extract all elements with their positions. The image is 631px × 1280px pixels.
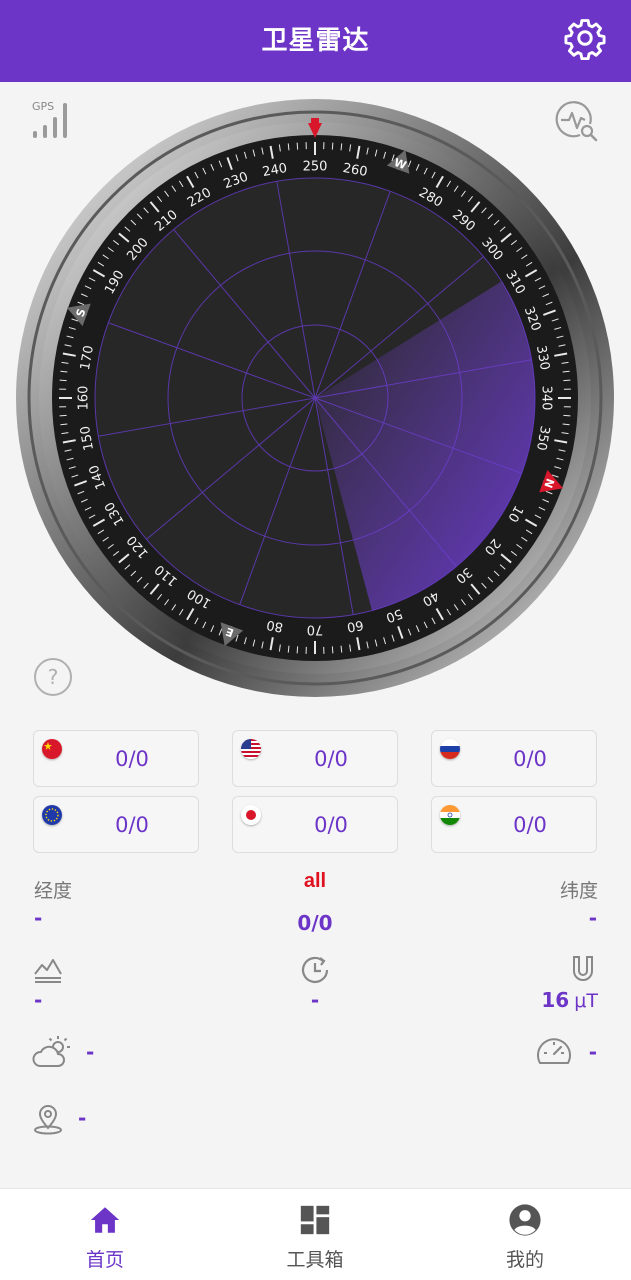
- nav-label-mine: 我的: [505, 1249, 544, 1271]
- dashboard-icon: [300, 1205, 330, 1235]
- nav-label-home: 首页: [85, 1249, 124, 1271]
- usa-flag-icon: [241, 739, 261, 759]
- altitude-value: -: [34, 988, 43, 1012]
- speedometer-icon: [537, 1038, 571, 1064]
- satellite-card-china: 0/0: [33, 730, 199, 787]
- nav-label-toolbox: 工具箱: [286, 1249, 344, 1271]
- satellite-count: 0/0: [513, 813, 547, 837]
- compass-degree-label: 250: [303, 160, 328, 175]
- nav-item-home[interactable]: 首页: [40, 1189, 170, 1280]
- nav-item-mine[interactable]: 我的: [460, 1189, 590, 1280]
- magnetic-value: 16: [541, 988, 570, 1012]
- compass-degree-label: 160: [77, 386, 92, 411]
- satellite-card-japan: 0/0: [232, 796, 398, 853]
- time-clock-icon: [301, 956, 329, 983]
- satellite-card-russia: 0/0: [431, 730, 597, 787]
- satellite-count: 0/0: [513, 747, 547, 771]
- magnetic-field-reading: 16 μT: [541, 988, 598, 1012]
- speed-value: -: [588, 1040, 597, 1064]
- compass-degree-label: 70: [307, 622, 324, 637]
- russia-flag-icon: [440, 739, 460, 759]
- bottom-navigation: 首页 工具箱 我的: [0, 1188, 631, 1280]
- home-icon: [90, 1207, 120, 1233]
- help-icon[interactable]: ?: [33, 657, 73, 697]
- location-value: -: [78, 1106, 87, 1130]
- magnetic-unit: μT: [574, 990, 598, 1012]
- satellite-card-usa: 0/0: [232, 730, 398, 787]
- compass-dial: 1020304050607080100110120130140150160170…: [16, 99, 614, 697]
- latitude-label: 纬度: [559, 880, 598, 902]
- app-header: 卫星雷达: [0, 0, 631, 82]
- account-icon: [509, 1204, 541, 1236]
- svg-text:?: ?: [48, 665, 59, 689]
- satellite-count: 0/0: [115, 747, 149, 771]
- longitude-value: -: [34, 906, 43, 930]
- app-title: 卫星雷达: [261, 26, 370, 56]
- satellite-card-europe: 0/0: [33, 796, 199, 853]
- all-badge: all: [300, 870, 330, 898]
- latitude-value: -: [588, 906, 597, 930]
- compass-degree-label: 60: [346, 617, 365, 635]
- compass-degree-label: 80: [265, 617, 284, 635]
- japan-flag-icon: [241, 805, 261, 825]
- settings-gear-icon[interactable]: [563, 16, 607, 60]
- all-satellite-count: 0/0: [297, 911, 333, 935]
- all-label: all: [303, 870, 327, 892]
- nav-item-toolbox[interactable]: 工具箱: [250, 1189, 380, 1280]
- satellite-count: 0/0: [115, 813, 149, 837]
- europe-flag-icon: [42, 805, 62, 825]
- satellite-radar-compass: 10 20 30 40 50 60 70 80 100 110 120 130 140 150 160 170…: [15, 98, 615, 698]
- satellite-count: 0/0: [314, 813, 348, 837]
- compass-degree-label: 340: [539, 386, 554, 411]
- altitude-mountain-icon: [34, 959, 62, 983]
- weather-value: -: [86, 1040, 95, 1064]
- location-pin-icon: [34, 1105, 62, 1135]
- satellite-count: 0/0: [314, 747, 348, 771]
- weather-sun-cloud-icon: [32, 1036, 70, 1067]
- india-flag-icon: [440, 805, 460, 825]
- magnet-icon: [573, 956, 593, 981]
- satellite-card-india: 0/0: [431, 796, 597, 853]
- time-value: -: [310, 988, 320, 1012]
- longitude-label: 经度: [34, 880, 73, 902]
- china-flag-icon: [42, 739, 62, 759]
